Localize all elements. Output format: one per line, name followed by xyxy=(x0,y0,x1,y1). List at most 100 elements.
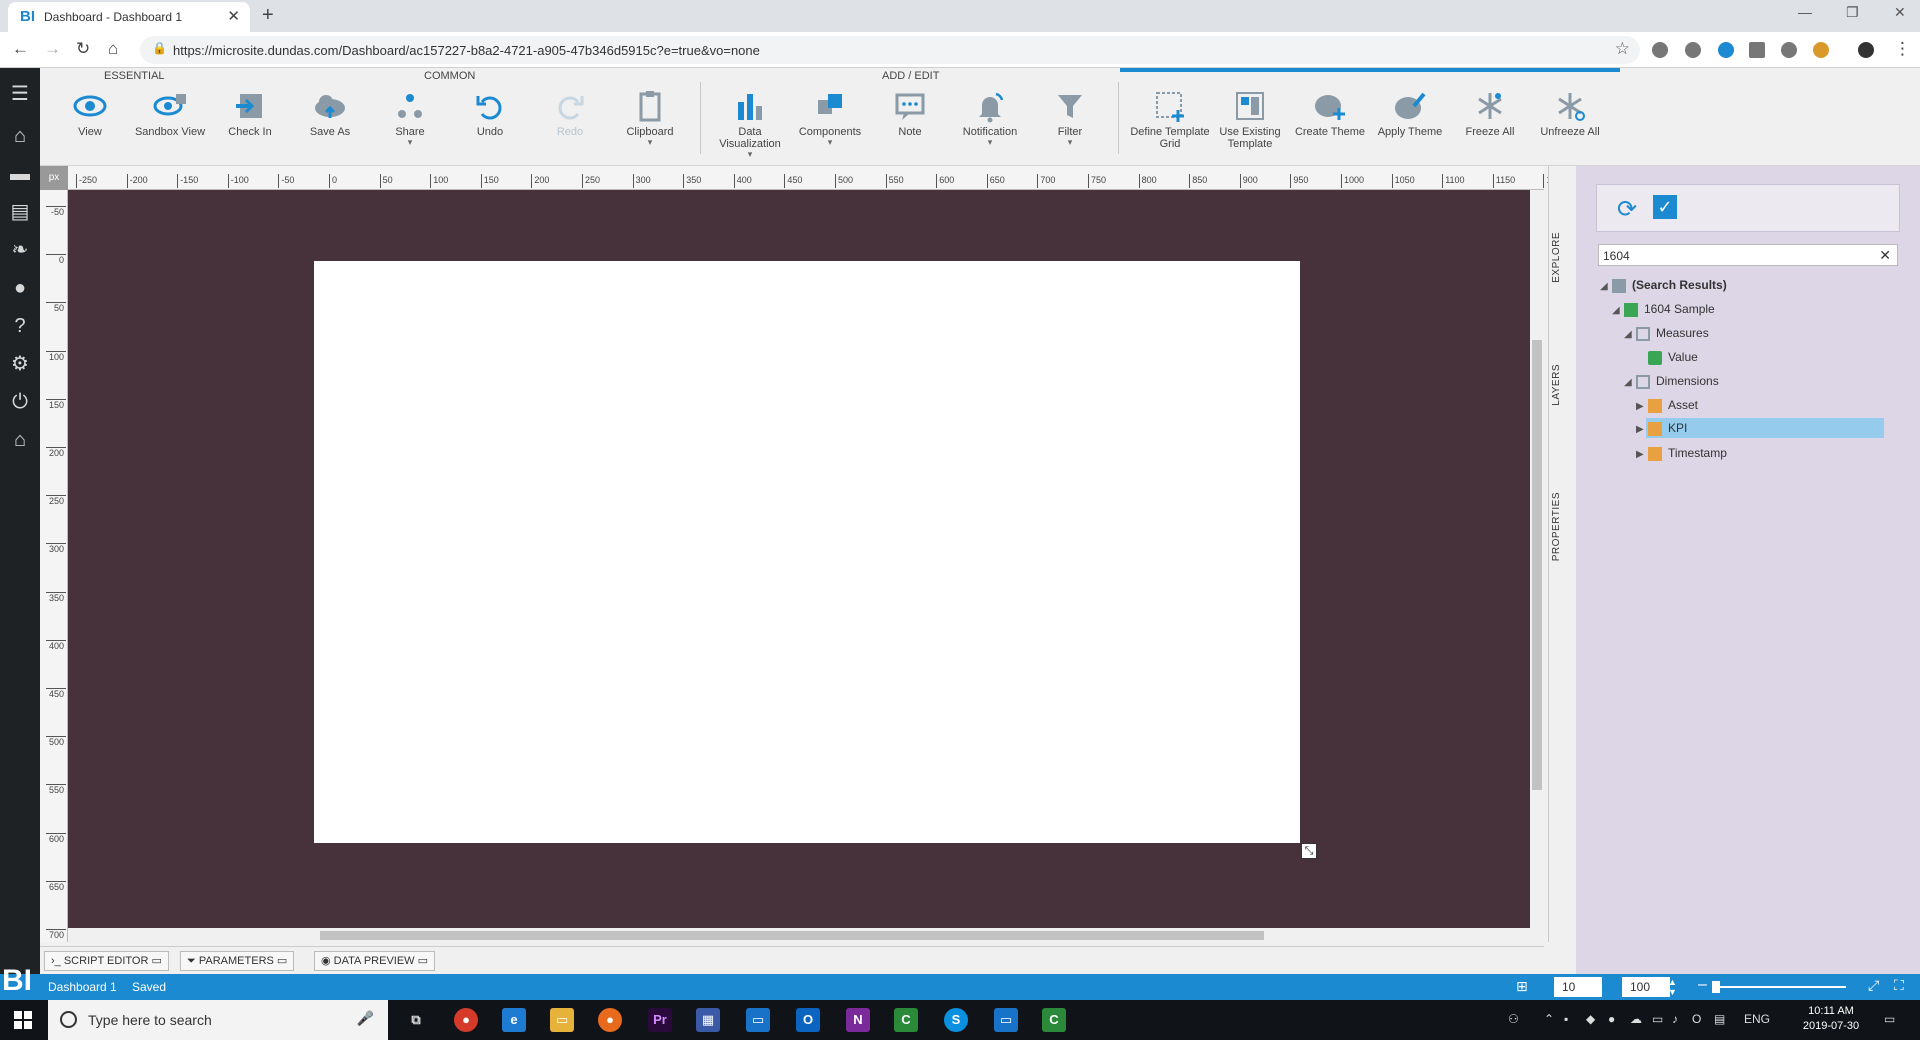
tree-node-value[interactable]: Value xyxy=(1648,347,1698,367)
undo-button[interactable]: Undo xyxy=(450,82,530,164)
outlook-tray-icon[interactable]: O xyxy=(1692,1012,1701,1026)
save-as-button[interactable]: Save As xyxy=(290,82,370,164)
expand-icon[interactable]: ▶ xyxy=(1636,397,1648,417)
view-button[interactable]: View xyxy=(50,82,130,164)
briefcase-icon[interactable]: ▬ xyxy=(8,162,32,186)
expand-icon[interactable]: ▶ xyxy=(1636,445,1648,465)
zoom-slider-handle[interactable] xyxy=(1712,981,1720,993)
extension-icon[interactable] xyxy=(1781,42,1797,58)
browser-tab[interactable]: BI Dashboard - Dashboard 1 ✕ xyxy=(8,2,250,32)
fullscreen-icon[interactable]: ⛶ xyxy=(1894,977,1904,994)
tree-node-1604-sample[interactable]: ◢ 1604 Sample xyxy=(1612,299,1715,319)
reload-icon[interactable]: ↻ xyxy=(76,39,90,59)
tree-node-search-results[interactable]: ◢ (Search Results) xyxy=(1600,275,1727,295)
taskbar-clock[interactable]: 10:11 AM 2019-07-30 xyxy=(1796,1004,1866,1034)
outlook-icon[interactable]: O xyxy=(796,1008,820,1032)
home-icon[interactable]: ⌂ xyxy=(8,124,32,148)
redo-button[interactable]: Redo xyxy=(530,82,610,164)
tree-node-measures[interactable]: ◢ Measures xyxy=(1624,323,1709,343)
volume-icon[interactable]: ♪ xyxy=(1672,1012,1678,1026)
filter-button[interactable]: Filter ▾ xyxy=(1030,82,1110,164)
onenote-icon[interactable]: N xyxy=(846,1008,870,1032)
task-view-icon[interactable]: ⧉ xyxy=(404,1008,428,1032)
network-icon[interactable]: ▭ xyxy=(1652,1012,1663,1026)
onedrive-icon[interactable]: ☁ xyxy=(1630,1012,1642,1026)
components-button[interactable]: Components ▾ xyxy=(790,82,870,164)
camtasia-recorder-icon[interactable]: C xyxy=(1042,1008,1066,1032)
leaf-icon[interactable]: ❧ xyxy=(8,238,32,262)
tab-parameters[interactable]: ⏷ PARAMETERS ▭ xyxy=(180,951,295,971)
zoom-slider[interactable] xyxy=(1714,986,1846,988)
microphone-icon[interactable]: 🎤 xyxy=(357,1010,374,1027)
share-button[interactable]: Share ▾ xyxy=(370,82,450,164)
freeze-all-button[interactable]: Freeze All xyxy=(1450,82,1530,164)
clipboard-button[interactable]: Clipboard ▾ xyxy=(610,82,690,164)
tree-node-timestamp[interactable]: ▶ Timestamp xyxy=(1636,443,1727,463)
language-indicator[interactable]: ENG xyxy=(1744,1012,1770,1026)
restore-icon[interactable]: ❐ xyxy=(1846,4,1859,21)
user-icon[interactable]: ● xyxy=(8,276,32,300)
tray-app-icon[interactable]: ▪ xyxy=(1564,1012,1568,1026)
vertical-scroll-thumb[interactable] xyxy=(1532,340,1542,790)
grid-size-stepper[interactable]: ▲ ▼ xyxy=(1592,977,1601,997)
tab-explore[interactable]: EXPLORE xyxy=(1549,176,1577,296)
sandbox-view-button[interactable]: Sandbox View xyxy=(130,82,210,164)
document-icon[interactable]: ▤ xyxy=(8,200,32,224)
keyboard-icon[interactable]: ▤ xyxy=(1714,1012,1725,1026)
expand-icon[interactable]: ▶ xyxy=(1636,420,1648,440)
collapse-icon[interactable]: ◢ xyxy=(1612,301,1624,321)
use-existing-template-button[interactable]: Use Existing Template xyxy=(1210,82,1290,164)
zoom-out-icon[interactable]: – xyxy=(1698,976,1707,994)
apply-theme-button[interactable]: Apply Theme xyxy=(1370,82,1450,164)
data-visualization-button[interactable]: Data Visualization ▾ xyxy=(710,82,790,164)
back-icon[interactable]: ← xyxy=(12,39,29,59)
refresh-icon[interactable]: ⟳ xyxy=(1617,195,1637,224)
firefox-icon[interactable]: ● xyxy=(598,1008,622,1032)
resize-handle-icon[interactable]: ⤡ xyxy=(1301,843,1317,859)
tray-expand-icon[interactable]: ⌃ xyxy=(1544,1012,1554,1026)
notification-button[interactable]: Notification ▾ xyxy=(950,82,1030,164)
checklist-icon[interactable]: ✓ xyxy=(1653,195,1677,219)
collapse-icon[interactable]: ◢ xyxy=(1624,373,1636,393)
action-center-icon[interactable]: ▭ xyxy=(1884,1012,1895,1026)
app-icon[interactable]: ▦ xyxy=(696,1008,720,1032)
edge-icon[interactable]: e xyxy=(502,1008,526,1032)
tray-app-icon[interactable]: ● xyxy=(1608,1012,1615,1026)
tree-node-kpi[interactable]: ▶ KPI xyxy=(1636,418,1687,438)
extension-icon[interactable] xyxy=(1718,42,1734,58)
collapse-icon[interactable]: ◢ xyxy=(1600,277,1612,297)
close-window-icon[interactable]: ✕ xyxy=(1894,4,1906,21)
hamburger-menu-icon[interactable]: ☰ xyxy=(8,82,32,106)
extension-icon[interactable] xyxy=(1749,42,1765,58)
app-icon[interactable]: ▭ xyxy=(994,1008,1018,1032)
clear-search-icon[interactable]: ✕ xyxy=(1879,247,1891,264)
url-input[interactable]: 🔒 https://microsite.dundas.com/Dashboard… xyxy=(140,36,1640,64)
chrome-icon[interactable]: ● xyxy=(454,1008,478,1032)
tree-node-asset[interactable]: ▶ Asset xyxy=(1636,395,1698,415)
bookmark-star-icon[interactable]: ☆ xyxy=(1615,39,1630,59)
premiere-icon[interactable]: Pr xyxy=(648,1008,672,1032)
zoom-stepper[interactable]: ▲ ▼ xyxy=(1668,977,1677,997)
new-tab-icon[interactable]: + xyxy=(262,4,274,27)
extension-icon[interactable] xyxy=(1813,42,1829,58)
file-explorer-icon[interactable]: ▭ xyxy=(550,1008,574,1032)
tab-data-preview[interactable]: ◉ DATA PREVIEW ▭ xyxy=(314,951,436,971)
home-icon[interactable]: ⌂ xyxy=(108,39,118,59)
define-template-grid-button[interactable]: Define Template Grid xyxy=(1130,82,1210,164)
fit-icon[interactable]: ⤢ xyxy=(1868,977,1879,994)
horizontal-scroll-thumb[interactable] xyxy=(320,931,1264,940)
tab-script-editor[interactable]: ›_ SCRIPT EDITOR ▭ xyxy=(44,951,169,971)
forward-icon[interactable]: → xyxy=(44,39,61,59)
app-icon[interactable]: ▭ xyxy=(746,1008,770,1032)
extension-icon[interactable] xyxy=(1652,42,1668,58)
people-icon[interactable]: ⚇ xyxy=(1508,1012,1519,1026)
zoom-input[interactable]: 100 xyxy=(1622,977,1670,997)
note-button[interactable]: Note xyxy=(870,82,950,164)
skype-icon[interactable]: S xyxy=(944,1008,968,1032)
windows-start-icon[interactable] xyxy=(14,1011,32,1029)
explore-search-input[interactable]: 1604 ✕ xyxy=(1598,244,1898,266)
browser-menu-icon[interactable]: ⋮ xyxy=(1894,39,1911,59)
check-in-button[interactable]: Check In xyxy=(210,82,290,164)
tab-layers[interactable]: LAYERS xyxy=(1549,306,1577,426)
extension-icon[interactable] xyxy=(1685,42,1701,58)
